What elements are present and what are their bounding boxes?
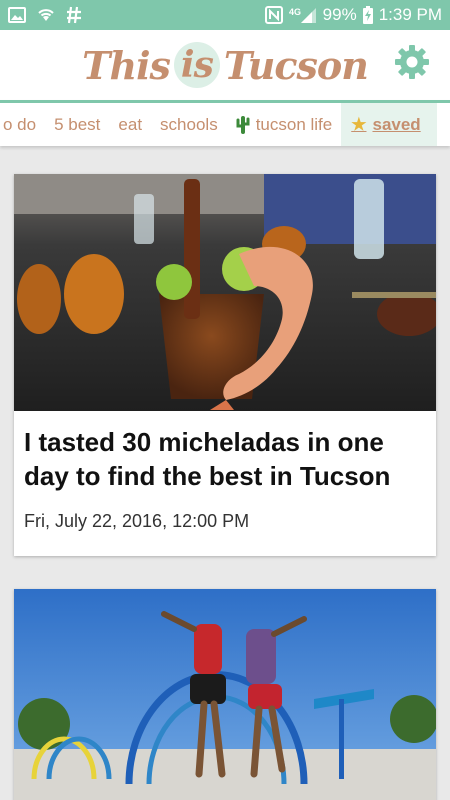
tab-label: tucson life	[255, 114, 333, 134]
tab-eat[interactable]: eat	[109, 103, 151, 146]
tab-saved[interactable]: ★ saved	[341, 103, 437, 146]
logo-text-is: is	[173, 42, 220, 88]
tab-label: schools	[160, 114, 218, 134]
svg-text:4G: 4G	[289, 7, 301, 17]
michelada-photo	[14, 174, 436, 411]
cactus-icon	[236, 115, 250, 135]
app-header: This is Tucson	[0, 30, 450, 100]
wifi-icon	[36, 7, 56, 23]
tab-label: o do	[3, 114, 37, 134]
settings-button[interactable]	[392, 44, 432, 84]
tab-label: eat	[118, 114, 143, 134]
tab-label: saved	[372, 114, 421, 134]
battery-percent: 99%	[322, 5, 357, 24]
nfc-icon	[264, 6, 283, 24]
star-icon: ★	[351, 114, 367, 134]
signal-icon: 4G	[289, 6, 317, 24]
gear-icon	[394, 44, 430, 85]
status-bar: 4G 99% 1:39 PM	[0, 0, 450, 30]
status-right-icons: 4G 99% 1:39 PM	[264, 5, 442, 25]
image-icon	[8, 7, 26, 23]
tab-tucson-life[interactable]: tucson life	[227, 103, 342, 146]
status-left-icons	[8, 6, 82, 24]
battery-charging-icon	[362, 6, 373, 24]
article-card[interactable]	[14, 589, 436, 800]
category-nav[interactable]: o do 5 best eat schools tucson life ★ sa…	[0, 100, 450, 146]
tab-label: 5 best	[54, 114, 101, 134]
app-logo[interactable]: This is Tucson	[82, 42, 369, 88]
logo-text-this: This	[82, 42, 171, 88]
hash-icon	[66, 6, 82, 24]
splash-pad-photo	[14, 589, 436, 800]
logo-text-tucson: Tucson	[223, 42, 369, 88]
article-card[interactable]: I tasted 30 micheladas in one day to fin…	[14, 174, 436, 556]
clock-time: 1:39 PM	[378, 5, 442, 24]
article-date: Fri, July 22, 2016, 12:00 PM	[24, 511, 250, 531]
article-title[interactable]: I tasted 30 micheladas in one day to fin…	[14, 411, 436, 493]
tab-5-best[interactable]: 5 best	[45, 103, 109, 146]
tab-schools[interactable]: schools	[151, 103, 227, 146]
tab-things-to-do[interactable]: o do	[0, 103, 45, 146]
